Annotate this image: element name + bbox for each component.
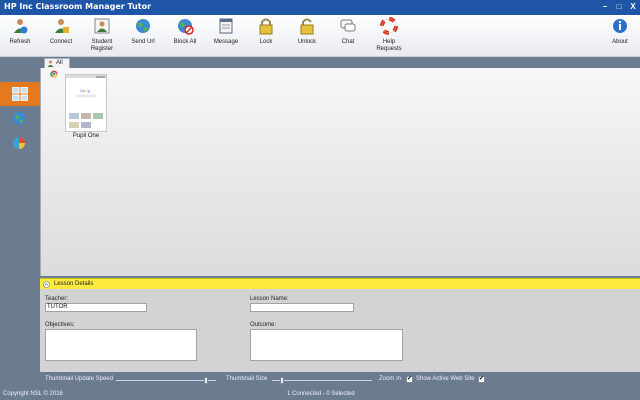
thumbnail-speed-label: Thumbnail Update Speed bbox=[45, 376, 114, 382]
group-tab-strip: All bbox=[40, 57, 640, 68]
send-url-button[interactable]: Send Url bbox=[125, 17, 161, 46]
tab-all[interactable]: All bbox=[44, 58, 70, 68]
pie-chart-icon bbox=[13, 137, 25, 149]
status-bar: Copyright NSL © 2016 1 Connected - 0 Sel… bbox=[0, 388, 640, 400]
outcome-field[interactable] bbox=[250, 329, 403, 361]
connect-label: Connect bbox=[49, 39, 73, 45]
web-view-button[interactable] bbox=[0, 106, 40, 130]
chat-button[interactable]: Chat bbox=[330, 17, 366, 46]
lock-button[interactable]: Lock bbox=[248, 17, 284, 46]
refresh-icon bbox=[14, 19, 28, 34]
message-icon bbox=[219, 18, 233, 34]
zoom-in-checkbox[interactable]: ✔ bbox=[406, 376, 413, 383]
objectives-field[interactable] bbox=[45, 329, 197, 361]
help-requests-label: Help Requests bbox=[376, 39, 402, 52]
zoom-in-label: Zoom In bbox=[379, 376, 402, 382]
svg-text:g: g bbox=[88, 88, 90, 93]
thumbnail-size-label: Thumbnail Size bbox=[226, 376, 268, 382]
thumbnail-pane: G o o g Pupil One bbox=[40, 68, 640, 276]
unlock-label: Unlock bbox=[297, 39, 317, 45]
objectives-label: Objectives: bbox=[45, 322, 75, 328]
apps-view-button[interactable] bbox=[0, 131, 40, 155]
title-bar: HP Inc Classroom Manager Tutor – □ X bbox=[0, 0, 640, 15]
lifebuoy-icon bbox=[380, 17, 398, 35]
teacher-field[interactable]: TUTOR bbox=[45, 303, 147, 312]
connect-button[interactable]: Connect bbox=[43, 17, 79, 46]
thumbnail-size-slider[interactable] bbox=[272, 377, 372, 384]
connection-status: 1 Connected - 0 Selected bbox=[287, 391, 355, 397]
lesson-details-panel: Teacher: TUTOR Lesson Name: Objectives: … bbox=[40, 289, 640, 372]
student-register-label: Student Register bbox=[90, 39, 114, 52]
screen-preview: G o o g bbox=[66, 75, 106, 128]
lock-icon bbox=[259, 18, 273, 35]
show-active-checkbox[interactable]: ✔ bbox=[478, 376, 485, 383]
maximize-button[interactable]: □ bbox=[613, 1, 625, 13]
teacher-label: Teacher: bbox=[45, 296, 69, 302]
send-url-label: Send Url bbox=[131, 39, 155, 45]
message-button[interactable]: Message bbox=[208, 17, 244, 46]
window-title: HP Inc Classroom Manager Tutor bbox=[4, 2, 152, 11]
help-requests-button[interactable]: Help Requests bbox=[371, 17, 407, 53]
refresh-label: Refresh bbox=[9, 39, 31, 45]
block-globe-icon bbox=[178, 19, 194, 35]
chrome-icon bbox=[50, 70, 58, 78]
minimize-button[interactable]: – bbox=[599, 1, 611, 13]
globe-icon bbox=[136, 19, 150, 33]
copyright-text: Copyright NSL © 2016 bbox=[3, 391, 63, 397]
thumbnails-icon bbox=[12, 87, 28, 101]
student-register-button[interactable]: Student Register bbox=[84, 17, 120, 53]
refresh-button[interactable]: Refresh bbox=[2, 17, 38, 46]
toolbar: Refresh Connect Student Register Send Ur… bbox=[0, 15, 640, 57]
unlock-button[interactable]: Unlock bbox=[289, 17, 325, 46]
lock-label: Lock bbox=[259, 39, 273, 45]
globe-icon bbox=[13, 112, 25, 124]
show-active-label: Show Active Web Site bbox=[416, 376, 475, 382]
lesson-name-label: Lesson Name: bbox=[250, 296, 289, 302]
thumbnail-speed-slider[interactable] bbox=[116, 377, 216, 384]
lesson-details-header[interactable]: Lesson Details bbox=[40, 278, 640, 289]
outcome-label: Outcome: bbox=[250, 322, 277, 328]
connect-icon bbox=[55, 19, 69, 33]
expand-icon bbox=[43, 281, 50, 288]
tab-all-label: All bbox=[56, 60, 63, 66]
register-icon bbox=[94, 18, 110, 34]
thumbnail-view-button[interactable] bbox=[0, 82, 40, 106]
view-controls: Thumbnail Update Speed Thumbnail Size Zo… bbox=[40, 372, 640, 388]
size-slider-handle[interactable] bbox=[280, 377, 284, 384]
block-all-button[interactable]: Block All bbox=[167, 17, 203, 46]
pupil-name: Pupil One bbox=[72, 133, 100, 139]
info-icon bbox=[613, 19, 627, 33]
left-nav bbox=[0, 57, 40, 388]
close-button[interactable]: X bbox=[627, 1, 639, 13]
lesson-details-title: Lesson Details bbox=[54, 281, 94, 287]
about-label: About bbox=[612, 39, 628, 45]
pupil-thumbnail[interactable]: G o o g bbox=[65, 74, 107, 132]
lesson-name-field[interactable] bbox=[250, 303, 354, 312]
unlock-icon bbox=[300, 18, 314, 35]
group-icon bbox=[47, 60, 54, 67]
speed-slider-handle[interactable] bbox=[204, 377, 208, 384]
chat-label: Chat bbox=[341, 39, 355, 45]
block-all-label: Block All bbox=[173, 39, 197, 45]
about-button[interactable]: About bbox=[602, 17, 638, 46]
message-label: Message bbox=[213, 39, 239, 45]
chat-icon bbox=[340, 19, 356, 32]
